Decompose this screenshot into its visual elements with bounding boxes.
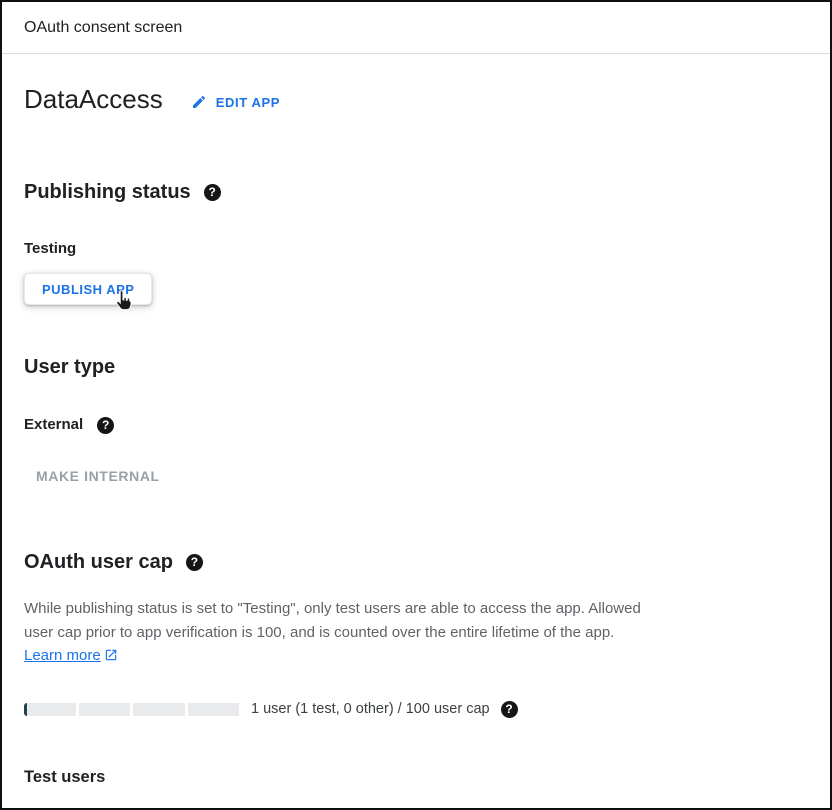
user-cap-description-text: While publishing status is set to "Testi… [24, 600, 641, 641]
user-cap-usage-row: 1 user (1 test, 0 other) / 100 user cap … [24, 701, 808, 718]
make-internal-row: MAKE INTERNAL [24, 468, 808, 486]
publishing-status-heading: Publishing status ? [24, 180, 808, 204]
oauth-user-cap-heading-text: OAuth user cap [24, 550, 173, 574]
user-type-heading-text: User type [24, 355, 115, 379]
oauth-user-cap-heading: OAuth user cap ? [24, 550, 808, 574]
page-title: OAuth consent screen [24, 19, 182, 37]
help-icon[interactable]: ? [204, 184, 221, 201]
user-cap-usage-label: 1 user (1 test, 0 other) / 100 user cap [251, 701, 490, 717]
publish-app-button[interactable]: PUBLISH APP [24, 273, 152, 305]
user-cap-description: While publishing status is set to "Testi… [24, 597, 652, 670]
user-cap-progress-bar [24, 703, 239, 716]
help-icon[interactable]: ? [501, 701, 518, 718]
progress-segment [24, 703, 76, 716]
publishing-status-heading-text: Publishing status [24, 180, 191, 204]
external-link-icon [104, 646, 118, 670]
test-users-heading: Test users [24, 768, 808, 787]
user-type-row: External ? [24, 416, 808, 434]
progress-segment [79, 703, 131, 716]
pencil-icon [191, 94, 207, 110]
learn-more-link[interactable]: Learn more [24, 647, 101, 664]
make-internal-button[interactable]: MAKE INTERNAL [36, 468, 160, 484]
oauth-consent-page: { "colors": { "accent_blue": "#1a73e8", … [0, 0, 832, 810]
user-type-value: External [24, 416, 83, 434]
progress-segment [188, 703, 240, 716]
edit-app-button[interactable]: EDIT APP [191, 94, 280, 110]
help-icon[interactable]: ? [186, 554, 203, 571]
user-cap-progress-fill [24, 703, 27, 716]
edit-app-label: EDIT APP [216, 95, 280, 110]
help-icon[interactable]: ? [97, 417, 114, 434]
progress-segment [133, 703, 185, 716]
publish-button-row: PUBLISH APP [24, 273, 808, 305]
publishing-status-value: Testing [24, 240, 808, 258]
page-header: OAuth consent screen [2, 2, 830, 54]
app-row: DataAccess EDIT APP [24, 84, 808, 114]
main-content: DataAccess EDIT APP Publishing status ? … [2, 84, 830, 787]
app-name: DataAccess [24, 84, 163, 114]
user-type-heading: User type [24, 355, 808, 379]
